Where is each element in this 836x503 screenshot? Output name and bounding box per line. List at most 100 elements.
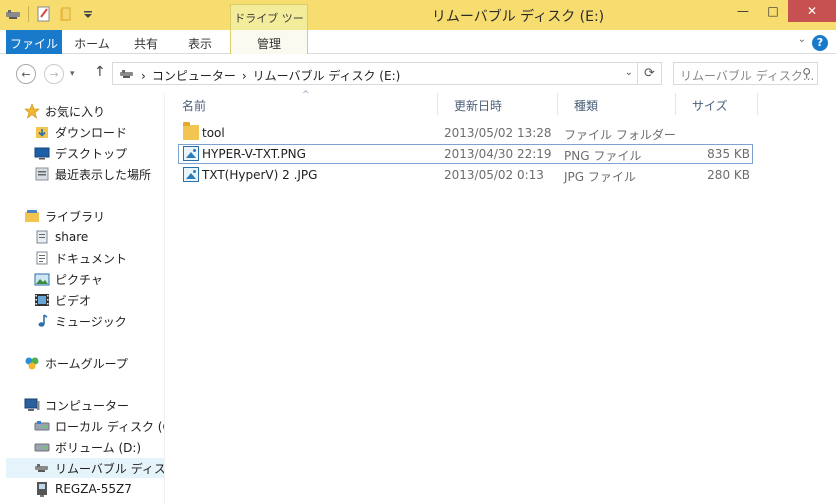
address-dropdown-icon[interactable]: ⌄ xyxy=(625,67,633,78)
nav-music[interactable]: ミュージック xyxy=(34,311,127,331)
folder-icon xyxy=(183,122,199,140)
nav-downloads[interactable]: ダウンロード xyxy=(34,122,127,142)
toolbar-separator xyxy=(28,6,29,22)
file-row-tool[interactable]: tool 2013/05/02 13:28 ファイル フォルダー xyxy=(178,122,753,143)
file-row-hyper-v-png[interactable]: HYPER-V-TXT.PNG 2013/04/30 22:19 PNG ファイ… xyxy=(178,144,753,164)
nav-label: ピクチャ xyxy=(55,272,103,287)
help-icon[interactable]: ? xyxy=(812,35,828,51)
column-label: 名前 xyxy=(182,99,207,113)
nav-regza[interactable]: REGZA-55Z7 xyxy=(34,479,132,499)
tab-share[interactable]: 共有 xyxy=(120,30,172,54)
desktop-icon xyxy=(34,145,50,161)
file-date: 2013/05/02 0:13 xyxy=(444,168,544,182)
download-folder-icon xyxy=(34,124,50,140)
nav-label: デスクトップ xyxy=(55,146,128,161)
nav-desktop[interactable]: デスクトップ xyxy=(34,143,127,163)
volume-disk-icon xyxy=(34,439,50,455)
homegroup-icon xyxy=(24,355,40,371)
breadcrumb-removable-disk[interactable]: リムーバブル ディスク (E:) xyxy=(253,67,401,84)
nav-share[interactable]: share xyxy=(34,227,88,247)
file-list[interactable]: 名前 ^ 更新日時 種類 サイズ tool 2013/05/02 13:28 フ… xyxy=(166,90,836,503)
refresh-button[interactable]: ⟳ xyxy=(637,63,661,84)
file-type: ファイル フォルダー xyxy=(564,128,676,142)
navigation-pane[interactable]: お気に入り ダウンロード デスクトップ 最近表示した場所 ライブラリ share… xyxy=(0,93,165,503)
file-size: 280 KB xyxy=(707,168,750,182)
nav-homegroup[interactable]: ホームグループ xyxy=(24,353,128,373)
nav-label: ローカル ディスク (C:) xyxy=(55,419,164,434)
nav-label: ビデオ xyxy=(55,293,92,308)
up-button[interactable]: ↑ xyxy=(94,64,106,80)
nav-label: ボリューム (D:) xyxy=(55,440,142,455)
drive-icon xyxy=(119,67,135,84)
nav-label: ミュージック xyxy=(55,314,127,329)
documents-icon xyxy=(34,250,50,266)
breadcrumb-separator: › xyxy=(241,68,247,83)
star-icon xyxy=(24,103,40,119)
address-bar[interactable]: › コンピューター › リムーバブル ディスク (E:) ⌄ ⟳ xyxy=(112,62,662,85)
image-file-icon xyxy=(183,146,199,161)
search-placeholder: リムーバブル ディスク... xyxy=(680,69,815,83)
ribbon-expand-icon[interactable]: ⌄ xyxy=(798,34,806,45)
nav-videos[interactable]: ビデオ xyxy=(34,290,91,310)
drive-icon xyxy=(4,5,22,23)
videos-icon xyxy=(34,292,50,308)
local-disk-icon xyxy=(34,418,50,434)
customize-toolbar-icon[interactable] xyxy=(79,5,97,23)
column-header-name[interactable]: 名前 ^ xyxy=(166,90,438,115)
tab-manage[interactable]: 管理 xyxy=(230,30,308,54)
nav-label: ダウンロード xyxy=(55,125,128,140)
file-size: 835 KB xyxy=(707,147,750,161)
nav-computer[interactable]: コンピューター xyxy=(24,395,129,415)
file-row-txt-jpg[interactable]: TXT(HyperV) 2 .JPG 2013/05/02 0:13 JPG フ… xyxy=(178,165,753,185)
share-library-icon xyxy=(34,229,50,245)
nav-label: リムーバブル ディスク (E:) xyxy=(55,461,165,476)
nav-recent-places[interactable]: 最近表示した場所 xyxy=(34,164,151,184)
nav-removable-disk-e[interactable]: リムーバブル ディスク (E:) xyxy=(6,458,165,478)
maximize-button[interactable]: □ xyxy=(758,0,788,22)
title-bar: ドライブ ツール リムーバブル ディスク (E:) — □ ✕ xyxy=(0,0,836,41)
quick-access-toolbar xyxy=(4,5,97,23)
recent-locations-icon[interactable]: ▾ xyxy=(70,69,75,79)
back-button[interactable]: ← xyxy=(16,64,36,84)
search-input[interactable]: リムーバブル ディスク... ⚲ xyxy=(673,62,818,85)
drive-tools-tab-group: ドライブ ツール xyxy=(230,4,308,41)
properties-icon[interactable] xyxy=(35,5,53,23)
column-header-date[interactable]: 更新日時 xyxy=(438,93,558,115)
file-type: PNG ファイル xyxy=(564,149,642,163)
nav-label: REGZA-55Z7 xyxy=(55,482,132,496)
forward-button[interactable]: → xyxy=(44,64,64,84)
pictures-icon xyxy=(34,271,50,287)
column-header-size[interactable]: サイズ xyxy=(676,93,758,115)
file-date: 2013/04/30 22:19 xyxy=(444,147,552,161)
tab-view[interactable]: 表示 xyxy=(174,30,226,54)
nav-label: ドキュメント xyxy=(55,251,128,266)
nav-label: コンピューター xyxy=(45,398,130,413)
nav-libraries[interactable]: ライブラリ xyxy=(24,206,105,226)
nav-label: share xyxy=(55,230,89,244)
nav-favorites[interactable]: お気に入り xyxy=(24,101,105,121)
breadcrumb-separator: › xyxy=(141,68,146,83)
nav-local-disk-c[interactable]: ローカル ディスク (C:) xyxy=(34,416,164,436)
address-row: ← → ▾ ↑ › コンピューター › リムーバブル ディスク (E:) ⌄ ⟳… xyxy=(0,55,836,93)
file-name: HYPER-V-TXT.PNG xyxy=(202,147,306,161)
nav-volume-d[interactable]: ボリューム (D:) xyxy=(34,437,141,457)
close-button[interactable]: ✕ xyxy=(788,0,836,22)
minimize-button[interactable]: — xyxy=(728,0,758,22)
tab-home[interactable]: ホーム xyxy=(64,30,120,54)
column-header-type[interactable]: 種類 xyxy=(558,93,676,115)
ribbon-tabs: ファイル ホーム 共有 表示 管理 xyxy=(0,30,836,54)
nav-pictures[interactable]: ピクチャ xyxy=(34,269,103,289)
search-icon: ⚲ xyxy=(802,66,811,80)
window-title: リムーバブル ディスク (E:) xyxy=(431,9,605,25)
nav-label: ライブラリ xyxy=(45,209,106,224)
breadcrumb-computer[interactable]: コンピューター xyxy=(152,67,236,84)
file-name: tool xyxy=(202,126,225,140)
media-device-icon xyxy=(34,481,50,497)
computer-icon xyxy=(24,397,40,413)
image-file-icon xyxy=(183,167,199,182)
nav-documents[interactable]: ドキュメント xyxy=(34,248,127,268)
nav-label: 最近表示した場所 xyxy=(55,167,152,182)
tab-file[interactable]: ファイル xyxy=(6,30,62,54)
new-folder-icon[interactable] xyxy=(57,5,75,23)
file-date: 2013/05/02 13:28 xyxy=(444,126,552,140)
